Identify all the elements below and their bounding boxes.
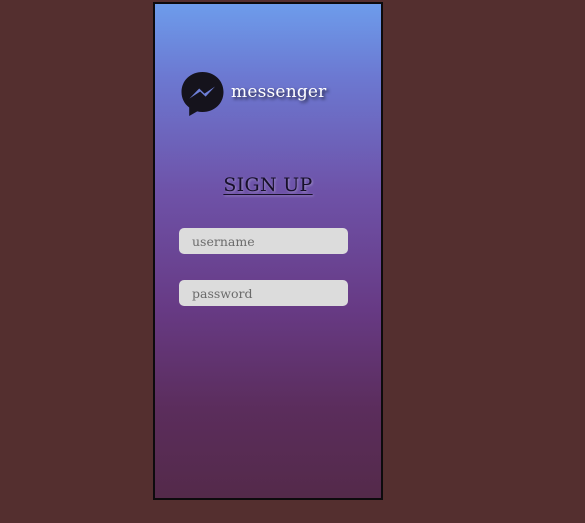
- username-input[interactable]: [179, 228, 348, 254]
- brand-logo: messenger: [180, 70, 327, 118]
- brand-name: messenger: [231, 82, 327, 102]
- messenger-icon: [181, 72, 224, 116]
- signup-panel: messenger SIGN UP: [153, 2, 383, 500]
- password-input[interactable]: [179, 280, 348, 306]
- page-title: SIGN UP: [223, 174, 313, 196]
